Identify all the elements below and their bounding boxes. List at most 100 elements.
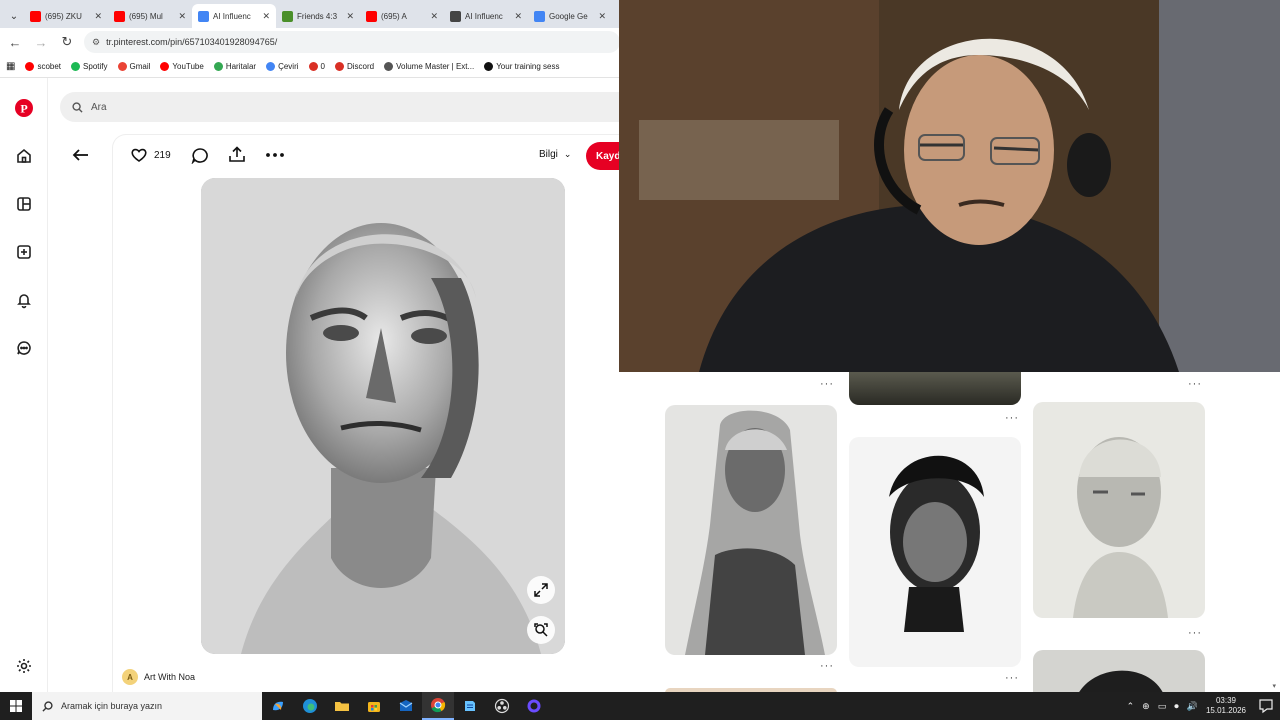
- explore-icon[interactable]: [10, 190, 38, 218]
- docs-icon: [198, 10, 209, 22]
- close-tab-icon[interactable]: ✕: [178, 11, 186, 22]
- close-tab-icon[interactable]: ✕: [346, 11, 354, 22]
- notification-center-icon[interactable]: [1258, 698, 1274, 714]
- clock-time: 03:39: [1215, 696, 1236, 705]
- charcoal-hair-portrait: [1079, 670, 1163, 692]
- bookmark-favicon-icon: [266, 62, 276, 71]
- browser-tab[interactable]: Google Ge ✕: [528, 4, 612, 28]
- more-options-button[interactable]: [265, 147, 285, 163]
- messages-icon[interactable]: [10, 334, 38, 362]
- mail-app-icon[interactable]: [390, 692, 422, 720]
- bookmark-favicon-icon: [384, 62, 394, 71]
- search-icon: [72, 101, 83, 113]
- bookmark-item[interactable]: Discord: [334, 62, 375, 71]
- copilot-app-icon[interactable]: [262, 692, 294, 720]
- network-icon[interactable]: ⊕: [1142, 701, 1150, 712]
- battery-icon[interactable]: ▭: [1158, 701, 1167, 712]
- bookmark-item[interactable]: Gmail: [117, 62, 150, 71]
- clock-date: 15.01.2026: [1205, 706, 1246, 715]
- address-bar[interactable]: ⚙ tr.pinterest.com/pin/65710340192809476…: [84, 31, 620, 53]
- bookmark-label: 0: [320, 62, 325, 71]
- related-pin[interactable]: [665, 405, 837, 655]
- bookmark-item[interactable]: Çeviri: [266, 62, 299, 71]
- bookmark-item[interactable]: 0: [308, 62, 325, 71]
- bookmark-label: Haritalar: [225, 62, 257, 71]
- pin-more-icon[interactable]: ···: [1188, 627, 1202, 639]
- bookmark-label: Discord: [346, 62, 375, 71]
- windows-start-icon[interactable]: [0, 692, 32, 720]
- system-clock[interactable]: 03:39 15.01.2026: [1206, 696, 1246, 716]
- related-pin[interactable]: [849, 437, 1021, 667]
- related-pin[interactable]: [1033, 402, 1205, 618]
- obs-studio-icon[interactable]: [486, 692, 518, 720]
- reload-icon[interactable]: ↻: [58, 33, 76, 51]
- close-tab-icon[interactable]: ✕: [262, 11, 270, 22]
- notepad-app-icon[interactable]: [454, 692, 486, 720]
- pin-image-portrait[interactable]: [201, 178, 565, 654]
- expand-image-button[interactable]: [527, 576, 555, 604]
- comment-button[interactable]: [191, 147, 209, 164]
- pin-more-icon[interactable]: ···: [1188, 378, 1202, 390]
- home-icon[interactable]: [10, 142, 38, 170]
- creator-row[interactable]: A Art With Noa: [122, 669, 195, 685]
- bookmark-item[interactable]: Spotify: [71, 62, 108, 71]
- bookmark-item[interactable]: Haritalar: [213, 62, 257, 71]
- close-tab-icon[interactable]: ✕: [514, 11, 522, 22]
- bookmark-item[interactable]: Your training sess: [484, 62, 560, 71]
- site-info-icon[interactable]: ⚙: [92, 37, 100, 48]
- pin-more-icon[interactable]: ···: [820, 378, 834, 390]
- forward-arrow-icon[interactable]: →: [32, 33, 50, 51]
- related-pin[interactable]: [1033, 650, 1205, 692]
- share-button[interactable]: [228, 146, 246, 163]
- chrome-browser-icon[interactable]: [422, 692, 454, 720]
- pinterest-logo-icon[interactable]: P: [10, 94, 38, 122]
- related-pin[interactable]: [849, 372, 1021, 405]
- like-button[interactable]: 219: [130, 147, 171, 163]
- bookmark-item[interactable]: scobet: [25, 62, 61, 71]
- create-icon[interactable]: [10, 238, 38, 266]
- bookmark-favicon-icon: [160, 62, 170, 71]
- arrow-left-icon: [72, 149, 88, 161]
- back-arrow-icon[interactable]: ←: [6, 33, 24, 51]
- ellipsis-icon: [266, 153, 284, 157]
- bookmark-item[interactable]: Volume Master | Ext...: [384, 62, 474, 71]
- file-explorer-icon[interactable]: [326, 692, 358, 720]
- search-input[interactable]: Ara: [60, 92, 640, 122]
- scroll-down-arrow-icon[interactable]: ▾: [1272, 682, 1276, 690]
- browser-tab[interactable]: AI Influenc ✕: [192, 4, 276, 28]
- related-pins-grid: ··· ··· ··· ··· ··· ···: [620, 372, 1280, 692]
- edge-browser-icon[interactable]: [294, 692, 326, 720]
- tab-search-chevron-icon[interactable]: ⌄: [4, 4, 24, 28]
- browser-tab[interactable]: (695) A ✕: [360, 4, 444, 28]
- microphone-icon[interactable]: ⏺: [1174, 701, 1179, 712]
- info-dropdown[interactable]: Bilgi ⌄: [539, 149, 571, 160]
- bookmark-label: Volume Master | Ext...: [396, 62, 475, 71]
- back-button[interactable]: [72, 147, 90, 163]
- apps-grid-icon[interactable]: ▦: [6, 61, 15, 72]
- settings-gear-icon[interactable]: [10, 652, 38, 680]
- notifications-bell-icon[interactable]: [10, 286, 38, 314]
- pin-more-icon[interactable]: ···: [1005, 412, 1019, 424]
- browser-tab[interactable]: Friends 4:3 ✕: [276, 4, 360, 28]
- heart-icon: [131, 148, 147, 162]
- browser-tab[interactable]: AI Influenc ✕: [444, 4, 528, 28]
- close-tab-icon[interactable]: ✕: [598, 11, 606, 22]
- pin-more-icon[interactable]: ···: [1005, 672, 1019, 684]
- bookmark-item[interactable]: YouTube: [160, 62, 204, 71]
- browser-tab[interactable]: (695) ZKU ✕: [24, 4, 108, 28]
- store-app-icon[interactable]: [358, 692, 390, 720]
- streamer-webcam-feed: [619, 0, 1280, 372]
- visual-search-button[interactable]: [527, 616, 555, 644]
- recording-app-icon[interactable]: [518, 692, 550, 720]
- pin-more-icon[interactable]: ···: [820, 660, 834, 672]
- volume-icon[interactable]: 🔊: [1187, 701, 1198, 712]
- browser-tab[interactable]: (695) Mul ✕: [108, 4, 192, 28]
- taskbar-search-input[interactable]: Aramak için buraya yazın: [32, 692, 262, 720]
- like-count: 219: [154, 149, 171, 161]
- close-tab-icon[interactable]: ✕: [430, 11, 438, 22]
- bookmark-favicon-icon: [71, 62, 81, 71]
- tab-title: (695) ZKU: [45, 11, 82, 21]
- close-tab-icon[interactable]: ✕: [94, 11, 102, 22]
- chevron-up-icon[interactable]: ⌃: [1127, 701, 1135, 712]
- bookmark-label: Çeviri: [278, 62, 299, 71]
